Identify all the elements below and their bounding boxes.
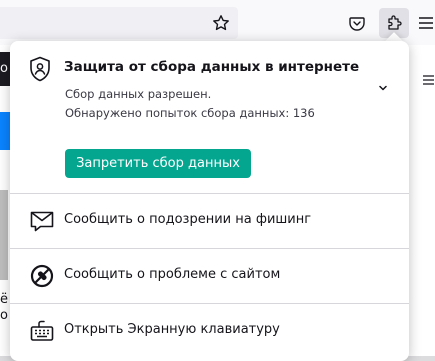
report-phishing-item[interactable]: Сообщить о подозрении на фишинг (10, 194, 409, 248)
report-site-issue-item[interactable]: Сообщить о проблеме с сайтом (10, 249, 409, 303)
page-text-fragment: ё о (0, 292, 8, 323)
tracking-attempts-count: Обнаружено попыток сбора данных: 136 (65, 106, 315, 120)
shield-icon (28, 56, 52, 82)
keyboard-icon (29, 318, 55, 344)
page-blue-banner (0, 112, 10, 150)
phishing-mail-icon (29, 208, 55, 234)
report-phishing-label: Сообщить о подозрении на фишинг (64, 212, 312, 227)
tracking-status: Сбор данных разрешен. (65, 87, 212, 101)
on-screen-keyboard-item[interactable]: Открыть Экранную клавиатуру (10, 304, 409, 358)
browser-toolbar (0, 0, 435, 45)
broken-site-icon (29, 263, 55, 289)
extension-panel: Защита от сбора данных в интернете Сбор … (10, 41, 409, 361)
block-tracking-button[interactable]: Запретить сбор данных (65, 149, 251, 178)
page-dark-banner: о (0, 52, 10, 86)
page-menu-fragment-icon (422, 70, 435, 85)
chevron-down-icon[interactable] (376, 80, 390, 94)
section-title: Защита от сбора данных в интернете (64, 59, 360, 75)
pocket-icon[interactable] (342, 8, 372, 38)
page-fragment-letter: о (0, 61, 8, 76)
url-bar[interactable] (0, 7, 238, 39)
star-outline-icon[interactable] (206, 8, 236, 38)
on-screen-keyboard-label: Открыть Экранную клавиатуру (64, 322, 280, 337)
report-site-issue-label: Сообщить о проблеме с сайтом (64, 267, 281, 282)
tracking-protection-section: Защита от сбора данных в интернете Сбор … (10, 41, 409, 193)
page-image-fragment (0, 190, 8, 280)
hamburger-menu-icon[interactable] (417, 8, 435, 38)
